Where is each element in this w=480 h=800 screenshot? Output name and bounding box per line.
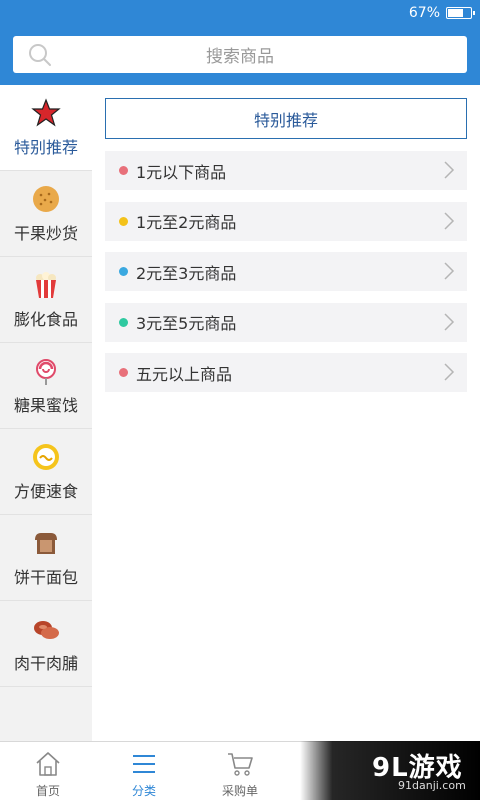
chevron-right-icon	[444, 312, 455, 331]
status-bar: 67%	[408, 4, 475, 22]
bread-icon	[35, 532, 57, 554]
noodle-bowl-icon	[33, 443, 59, 470]
dot-icon	[119, 368, 128, 377]
list-item-label: 1元至2元商品	[136, 213, 237, 232]
sidebar-item-instant-food[interactable]: 方便速食	[0, 429, 92, 515]
sidebar-item-label: 特别推荐	[13, 137, 78, 157]
dot-icon	[119, 166, 128, 175]
category-content: 特别推荐 1元以下商品 1元至2元商品 2元至3元商品 3元至5元商品 五元以上…	[92, 85, 480, 741]
sidebar-item-dried-fruit[interactable]: 干果炒货	[0, 171, 92, 257]
section-title: 特别推荐	[105, 98, 467, 139]
chevron-right-icon	[444, 363, 455, 381]
chevron-right-icon	[444, 262, 455, 280]
list-icon	[133, 755, 155, 773]
tab-label: 分类	[131, 784, 156, 798]
sidebar-item-biscuits-bread[interactable]: 饼干面包	[0, 515, 92, 601]
sidebar-item-label: 干果炒货	[13, 223, 78, 243]
biscuit-icon	[33, 185, 59, 212]
sidebar-item-special[interactable]: 特别推荐	[0, 85, 92, 171]
list-item[interactable]: 五元以上商品	[105, 353, 467, 392]
watermark: 9L游戏 91danji.com	[300, 741, 480, 800]
cart-icon	[228, 753, 253, 776]
tab-label: 采购单	[221, 784, 258, 798]
list-item-label: 3元至5元商品	[136, 314, 237, 333]
category-sidebar: 特别推荐 干果炒货 膨化食品 糖果蜜饯 方便速食 饼干面包 肉干肉脯	[0, 85, 92, 741]
app-header: 67% 搜索商品	[0, 0, 480, 85]
dot-icon	[119, 317, 128, 327]
watermark-site: 91danji.com	[398, 779, 466, 792]
list-item-label: 五元以上商品	[136, 364, 233, 384]
sidebar-item-label: 糖果蜜饯	[13, 395, 78, 415]
home-icon	[36, 752, 60, 776]
list-item[interactable]: 1元至2元商品	[105, 201, 467, 241]
search-placeholder: 搜索商品	[206, 47, 274, 67]
list-item[interactable]: 3元至5元商品	[105, 302, 467, 342]
list-item[interactable]: 1元以下商品	[105, 151, 467, 190]
sidebar-item-candy[interactable]: 糖果蜜饯	[0, 343, 92, 429]
sidebar-item-label: 肉干肉脯	[13, 653, 78, 673]
meat-icon	[34, 620, 59, 639]
dot-icon	[119, 267, 128, 276]
price-range-list: 1元以下商品 1元至2元商品 2元至3元商品 3元至5元商品 五元以上商品	[105, 151, 467, 404]
list-item-label: 2元至3元商品	[136, 263, 237, 283]
list-item-label: 1元以下商品	[136, 162, 227, 182]
list-item[interactable]: 2元至3元商品	[105, 252, 467, 291]
tab-category[interactable]: 分类	[96, 742, 192, 800]
battery-percent: 67%	[408, 5, 440, 21]
chevron-right-icon	[444, 211, 455, 230]
sidebar-item-label: 饼干面包	[13, 567, 78, 587]
dot-icon	[119, 216, 128, 226]
tab-home[interactable]: 首页	[0, 742, 96, 800]
chevron-right-icon	[444, 161, 455, 179]
search-icon	[29, 44, 51, 66]
popcorn-icon	[36, 271, 56, 298]
star-icon	[31, 97, 61, 126]
search-input[interactable]: 搜索商品	[13, 36, 467, 73]
tab-purchase-list[interactable]: 采购单	[192, 742, 288, 800]
sidebar-item-label: 方便速食	[13, 481, 78, 501]
sidebar-item-meat-jerky[interactable]: 肉干肉脯	[0, 601, 92, 687]
sidebar-item-label: 膨化食品	[13, 309, 78, 329]
battery-icon	[446, 7, 475, 19]
lollipop-icon	[36, 358, 56, 385]
tab-label: 首页	[35, 784, 60, 798]
sidebar-item-puffed-food[interactable]: 膨化食品	[0, 257, 92, 343]
